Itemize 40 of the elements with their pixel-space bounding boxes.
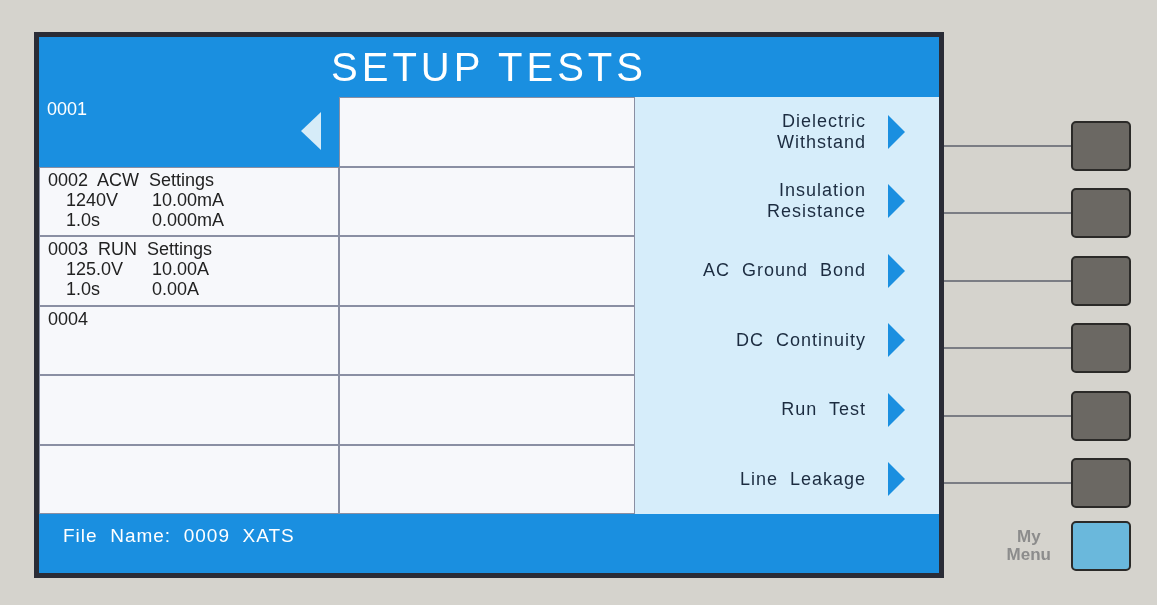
softkey-label[interactable]: Insulation Resistance: [766, 180, 866, 223]
softkey-label[interactable]: DC Continuity: [735, 329, 866, 351]
step-value: 0.00A: [152, 279, 200, 299]
step-value: 1240V: [66, 189, 120, 210]
step-cell[interactable]: [39, 444, 339, 514]
right-arrow-icon: [888, 462, 905, 497]
file-name-label: File Name: 0009 XATS: [63, 524, 295, 548]
right-arrow-icon: [888, 184, 905, 219]
step-value: 10.00mA: [152, 189, 225, 210]
screen-title: SETUP TESTS: [331, 44, 647, 91]
step-value: 0.000mA: [152, 209, 225, 230]
step-heading: 0003 RUN Settings: [48, 239, 213, 259]
softkey-label[interactable]: AC Ground Bond: [702, 260, 866, 282]
step-value: 1.0s: [66, 279, 102, 299]
right-arrow-icon: [888, 253, 905, 288]
step-value: 1.0s: [66, 209, 102, 230]
softkey-label[interactable]: Run Test: [781, 399, 866, 421]
hardware-softkey[interactable]: [1071, 188, 1131, 239]
hardware-softkey[interactable]: [1071, 323, 1131, 374]
softkey-label[interactable]: Line Leakage: [739, 468, 866, 490]
step-cell[interactable]: 0003 RUN Settings 125.0V 10.00A 1.0s 0.00A: [39, 236, 339, 306]
step-value: 10.00A: [152, 259, 210, 279]
right-arrow-icon: [888, 392, 905, 427]
softkey-label[interactable]: Dielectric Withstand: [776, 110, 866, 153]
hardware-softkey[interactable]: [1071, 458, 1131, 509]
step-value: 125.0V: [66, 259, 125, 279]
right-arrow-icon: [888, 323, 905, 358]
step-heading: 0002 ACW Settings: [48, 169, 215, 190]
hardware-softkey[interactable]: [1071, 390, 1131, 441]
hardware-softkey[interactable]: [1071, 255, 1131, 306]
my-menu-label: My Menu: [1006, 528, 1051, 564]
step-cell[interactable]: 0002 ACW Settings 1240V 10.00mA 1.0s 0.000mA: [39, 166, 339, 236]
right-arrow-icon: [888, 114, 905, 149]
left-arrow-icon: [301, 112, 321, 150]
hardware-softkey[interactable]: [1071, 120, 1131, 171]
step-cell[interactable]: [39, 375, 339, 445]
step-heading: 0004: [48, 308, 89, 329]
step-cell[interactable]: 0004: [39, 305, 339, 375]
my-menu-key[interactable]: [1071, 521, 1131, 571]
step-heading: 0001: [47, 99, 88, 119]
